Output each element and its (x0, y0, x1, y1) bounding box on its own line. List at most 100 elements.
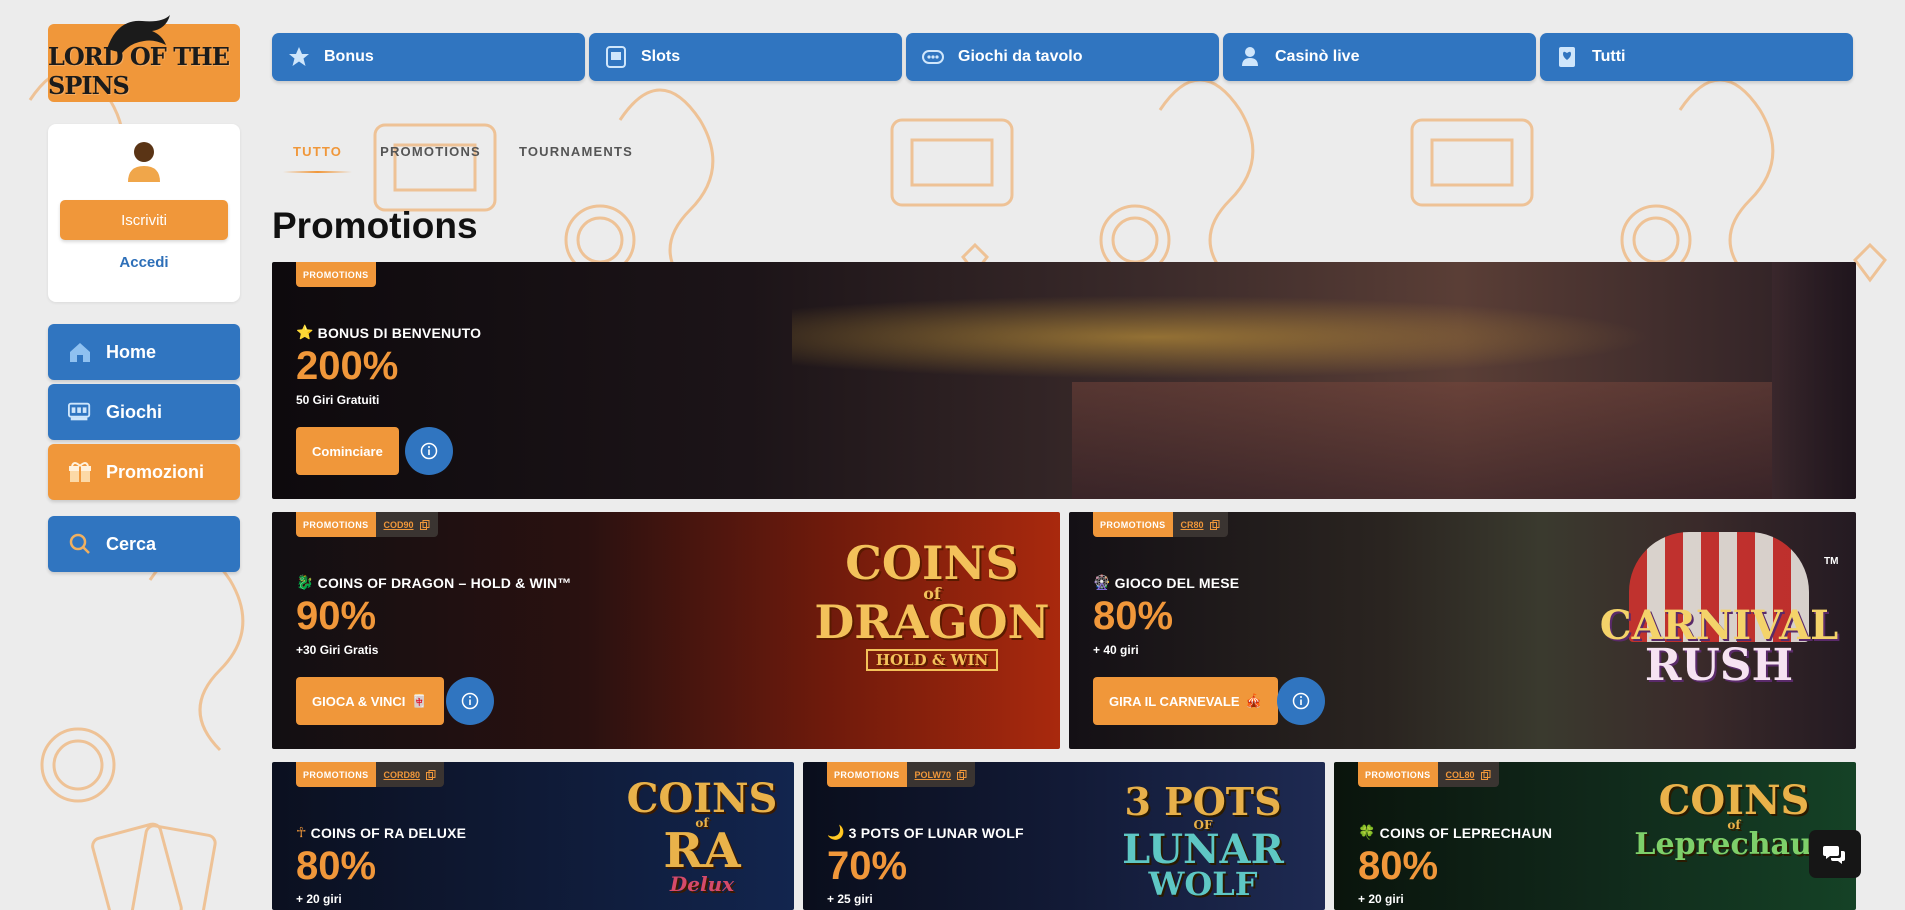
promo-code[interactable]: CORD80 (375, 762, 445, 787)
promo-subtitle: + 20 giri (296, 892, 342, 906)
badge-group: PROMOTIONS COL80 (1358, 762, 1499, 787)
page-title: Promotions (272, 205, 478, 246)
sidebar-item-home[interactable]: Home (48, 324, 240, 380)
copy-icon (1480, 770, 1491, 780)
info-icon (420, 442, 438, 460)
category-live-casino[interactable]: Casinò live (1223, 33, 1536, 81)
info-button[interactable] (1277, 677, 1325, 725)
promo-title: 🌙 3 POTS OF LUNAR WOLF (827, 824, 1024, 841)
promo-card-leprechaun: COINS of Leprechaun PROMOTIONS COL80 🍀 C… (1334, 762, 1856, 910)
promo-card-welcome: PROMOTIONS ⭐ BONUS DI BENVENUTO 200% 50 … (272, 262, 1856, 499)
art-line: DRAGON (814, 594, 1050, 649)
promo-title-text: COINS OF DRAGON – HOLD & WIN™ (317, 574, 572, 591)
art-line: Delux (669, 871, 735, 896)
art-line: HOLD & WIN (865, 648, 999, 671)
promo-value: 200% (296, 344, 399, 388)
promo-subtitle: 50 Giri Gratuiti (296, 393, 380, 407)
ferris-wheel-icon: 🎡 (1093, 574, 1111, 590)
tab-all[interactable]: TUTTO (282, 144, 353, 173)
coins-of-ra-art: COINS of RA Delux (602, 779, 794, 896)
promo-card-coins-of-ra: COINS of RA Delux PROMOTIONS CORD80 ☥ CO… (272, 762, 794, 910)
sidebar-item-search[interactable]: Cerca (48, 516, 240, 572)
promo-title: ⭐ BONUS DI BENVENUTO (296, 324, 481, 341)
category-bonus[interactable]: Bonus (272, 33, 585, 81)
badge-group: PROMOTIONS CR80 (1093, 512, 1228, 537)
carnival-rush-art: CARNIVAL RUSH (1589, 606, 1849, 688)
tile-icon: 🀄 (411, 693, 428, 708)
cave-floor-art (1072, 382, 1772, 499)
info-button[interactable] (405, 427, 453, 475)
art-line: COINS (845, 536, 1019, 590)
promo-code[interactable]: CR80 (1172, 512, 1228, 537)
login-link[interactable]: Accedi (119, 254, 168, 271)
promo-title-text: COINS OF LEPRECHAUN (1379, 824, 1553, 841)
promo-code-text: CR80 (1180, 520, 1204, 530)
sidebar-nav: Home Giochi Promozioni (48, 324, 240, 500)
promo-subtitle: + 25 giri (827, 892, 873, 906)
sidebar-item-label: Giochi (106, 401, 163, 422)
category-label: Tutti (1592, 48, 1626, 65)
category-slots[interactable]: Slots (589, 33, 902, 81)
promo-subtitle: +30 Giri Gratis (296, 643, 379, 657)
promo-badge: PROMOTIONS (1358, 762, 1438, 787)
user-avatar-icon (128, 142, 160, 182)
promo-code-text: CORD80 (383, 770, 421, 780)
promo-code[interactable]: POLW70 (906, 762, 976, 787)
cta-label: GIOCA & VINCI (312, 693, 406, 709)
signup-button[interactable]: Iscriviti (60, 200, 228, 240)
table-games-icon (922, 46, 944, 68)
cta-button[interactable]: Cominciare (296, 427, 399, 475)
badge-group: PROMOTIONS POLW70 (827, 762, 976, 787)
promo-code[interactable]: COD90 (375, 512, 438, 537)
promo-subtitle: + 20 giri (1358, 892, 1404, 906)
live-dealer-icon (1239, 46, 1261, 68)
info-button[interactable] (446, 677, 494, 725)
promo-value: 80% (1093, 594, 1174, 638)
copy-icon (957, 770, 967, 780)
art-line: WOLF (1148, 865, 1258, 904)
promo-badge: PROMOTIONS (296, 262, 376, 287)
category-table-games[interactable]: Giochi da tavolo (906, 33, 1219, 81)
category-label: Bonus (324, 48, 374, 65)
promo-value: 90% (296, 594, 377, 638)
sidebar-item-promotions[interactable]: Promozioni (48, 444, 240, 500)
site-logo[interactable]: LORD OF THE SPINS (48, 15, 240, 102)
promo-title-text: COINS OF RA DELUXE (310, 824, 467, 841)
promo-value: 70% (827, 844, 908, 888)
promo-title-text: 3 POTS OF LUNAR WOLF (848, 824, 1024, 841)
promo-code-text: POLW70 (914, 770, 952, 780)
promo-value: 80% (296, 844, 377, 888)
art-line: 3 POTS (1124, 779, 1282, 824)
slot-machine-icon (605, 46, 627, 68)
cta-button[interactable]: GIOCA & VINCI 🀄 (296, 677, 444, 725)
gift-icon (68, 460, 92, 484)
promo-title: 🍀 COINS OF LEPRECHAUN (1358, 824, 1552, 841)
sidebar-item-label: Promozioni (106, 461, 204, 482)
user-panel: Iscriviti Accedi (48, 124, 240, 302)
promo-badge: PROMOTIONS (296, 762, 376, 787)
category-all[interactable]: Tutti (1540, 33, 1853, 81)
promo-title: 🎡 GIOCO DEL MESE (1093, 574, 1239, 591)
lunar-wolf-art: 3 POTS OF LUNAR WOLF (1093, 779, 1313, 904)
cta-button[interactable]: GIRA IL CARNEVALE 🎪 (1093, 677, 1278, 725)
cards-icon (1556, 46, 1578, 68)
sidebar-item-games[interactable]: Giochi (48, 384, 240, 440)
category-label: Casinò live (1275, 48, 1360, 65)
promo-title: ☥ COINS OF RA DELUXE (296, 824, 466, 841)
promo-code[interactable]: COL80 (1437, 762, 1499, 787)
category-label: Giochi da tavolo (958, 48, 1083, 65)
dragon-logo-icon (107, 15, 170, 53)
star-icon (288, 46, 310, 68)
tab-promotions[interactable]: PROMOTIONS (380, 144, 481, 169)
search-label: Cerca (106, 533, 157, 554)
promo-title: 🐉 COINS OF DRAGON – HOLD & WIN™ (296, 574, 572, 591)
chat-button[interactable] (1809, 830, 1861, 878)
promo-filter-tabs: TUTTO PROMOTIONS TOURNAMENTS (282, 144, 633, 173)
info-icon (1292, 692, 1310, 710)
tab-tournaments[interactable]: TOURNAMENTS (519, 144, 633, 169)
games-icon (68, 400, 92, 424)
badge-group: PROMOTIONS CORD80 (296, 762, 445, 787)
category-nav: Bonus Slots Giochi da tavolo Casinò live… (272, 33, 1853, 81)
dragon-icon: 🐉 (296, 574, 314, 590)
card-doodle (91, 822, 217, 910)
